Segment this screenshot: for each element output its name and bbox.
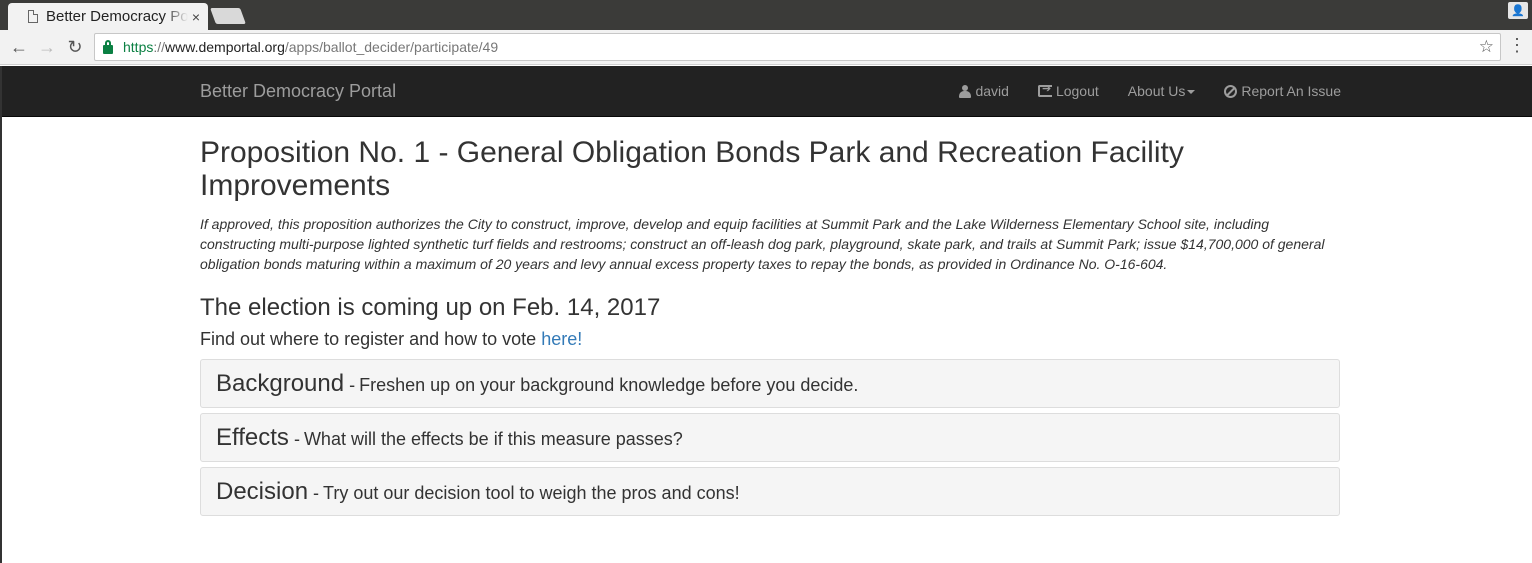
caret-down-icon	[1187, 90, 1196, 94]
bookmark-star-icon[interactable]: ☆	[1479, 37, 1494, 57]
report-issue-link[interactable]: Report An Issue	[1224, 83, 1341, 99]
panel-heading: Background	[216, 369, 345, 397]
forward-arrow-icon[interactable]: →	[35, 35, 59, 59]
page-icon	[28, 10, 38, 23]
browser-menu-icon[interactable]: ⋮	[1508, 36, 1526, 54]
logout-label: Logout	[1055, 83, 1099, 99]
panel-separator: -	[293, 429, 300, 449]
panel-separator: -	[349, 375, 356, 395]
url-separator: ://	[153, 39, 166, 55]
url-scheme: https	[123, 39, 154, 55]
new-tab-button[interactable]	[210, 8, 246, 24]
panel-effects[interactable]: Effects - What will the effects be if th…	[200, 413, 1340, 462]
user-icon	[959, 84, 972, 98]
user-link[interactable]: david	[959, 83, 1009, 99]
ban-icon	[1224, 84, 1238, 98]
panel-decision[interactable]: Decision - Try out our decision tool to …	[200, 467, 1340, 516]
user-name: david	[975, 83, 1009, 99]
proposition-description: If approved, this proposition authorizes…	[200, 216, 1325, 272]
lock-icon	[103, 39, 113, 54]
tab-close-icon[interactable]: ×	[192, 9, 200, 25]
browser-toolbar: ← → ↻ https://www.demportal.org/apps/bal…	[0, 30, 1532, 65]
register-prompt: Find out where to register and how to vo…	[200, 329, 542, 349]
panel-separator: -	[313, 483, 320, 503]
register-text: Find out where to register and how to vo…	[200, 328, 1340, 350]
panel-subtitle: Try out our decision tool to weigh the p…	[323, 483, 740, 503]
page-title: Proposition No. 1 - General Obligation B…	[200, 136, 1184, 202]
panel-subtitle: What will the effects be if this measure…	[303, 429, 683, 449]
panel-background[interactable]: Background - Freshen up on your backgrou…	[200, 359, 1340, 408]
panel-subtitle: Freshen up on your background knowledge …	[359, 375, 859, 395]
tab-title: Better Democracy Portal	[46, 8, 188, 25]
panel-heading: Decision	[216, 477, 309, 505]
logout-icon	[1037, 82, 1052, 97]
navbar-links: david Logout About Us Report An Issue	[959, 66, 1341, 116]
back-arrow-icon[interactable]: ←	[7, 35, 31, 59]
panel-heading: Effects	[216, 423, 289, 451]
election-date-heading: The election is coming up on Feb. 14, 20…	[200, 294, 661, 321]
reload-icon[interactable]: ↻	[63, 35, 87, 59]
profile-icon[interactable]: 👤	[1508, 2, 1528, 19]
address-bar[interactable]: https://www.demportal.org/apps/ballot_de…	[94, 33, 1501, 61]
url-host: www.demportal.org	[165, 39, 285, 55]
main-content: Proposition No. 1 - General Obligation B…	[200, 117, 1340, 516]
window-edge	[0, 66, 2, 563]
register-link[interactable]: here!	[541, 329, 582, 349]
site-navbar: Better Democracy Portal david Logout Abo…	[2, 66, 1532, 117]
browser-tab[interactable]: Better Democracy Portal ×	[8, 3, 208, 30]
url-path: /apps/ballot_decider/participate/49	[284, 39, 499, 55]
about-us-dropdown[interactable]: About Us	[1128, 83, 1196, 99]
browser-tabstrip: Better Democracy Portal × 👤	[0, 0, 1532, 30]
brand-link[interactable]: Better Democracy Portal	[200, 81, 396, 102]
about-us-label: About Us	[1127, 83, 1186, 99]
report-issue-label: Report An Issue	[1241, 83, 1341, 99]
logout-link[interactable]: Logout	[1037, 82, 1099, 99]
